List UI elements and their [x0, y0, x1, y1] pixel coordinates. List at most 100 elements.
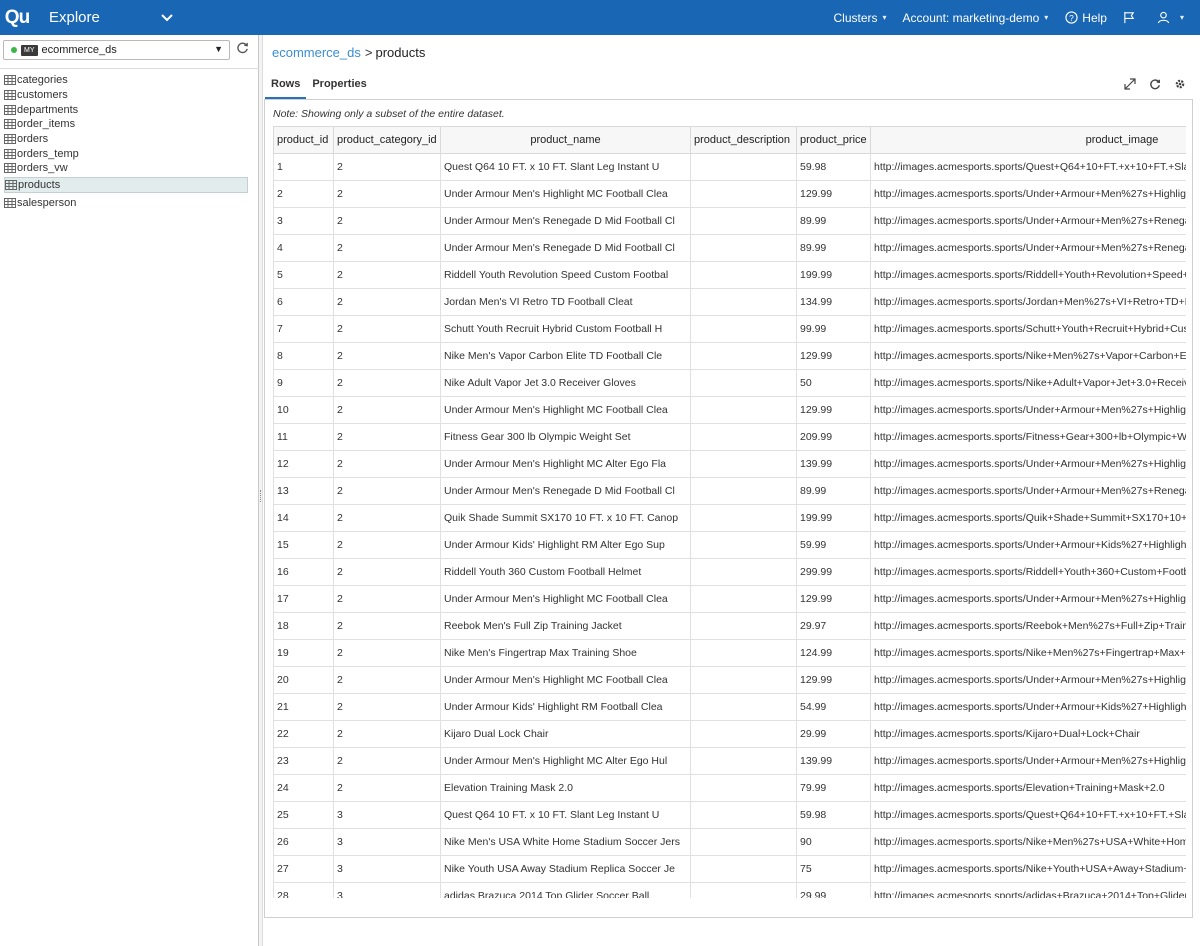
cell-product-description[interactable]	[690, 504, 797, 532]
cell-product-description[interactable]	[690, 855, 797, 883]
cell-product-name[interactable]: Under Armour Men's Highlight MC Football…	[440, 585, 691, 613]
cell-product-price[interactable]: 129.99	[796, 396, 871, 424]
cell-product-name[interactable]: adidas Brazuca 2014 Top Glider Soccer Ba…	[440, 882, 691, 898]
cell-product-price[interactable]: 29.99	[796, 882, 871, 898]
cell-product-image[interactable]: http://images.acmesports.sports/Quik+Sha…	[870, 504, 1186, 532]
table-row[interactable]: 22 2 Kijaro Dual Lock Chair 29.99 http://ima…	[273, 720, 1186, 748]
table-row[interactable]: 13 2 Under Armour Men's Renegade D Mid Foo…	[273, 477, 1186, 505]
cell-product-category-id[interactable]: 2	[333, 747, 441, 775]
cell-product-image[interactable]: http://images.acmesports.sports/Schutt+Y…	[870, 315, 1186, 343]
cell-product-category-id[interactable]: 2	[333, 342, 441, 370]
cell-product-image[interactable]: http://images.acmesports.sports/Under+Ar…	[870, 585, 1186, 613]
cell-product-description[interactable]	[690, 747, 797, 775]
table-row[interactable]: 18 2 Reebok Men's Full Zip Training Jacket…	[273, 612, 1186, 640]
sidebar-item-orders[interactable]: orders	[4, 132, 248, 147]
cell-product-id[interactable]: 9	[273, 369, 334, 397]
sidebar-item-orders-vw[interactable]: orders_vw	[4, 161, 248, 176]
breadcrumb-datasource-link[interactable]: ecommerce_ds	[272, 45, 361, 60]
cell-product-image[interactable]: http://images.acmesports.sports/Nike+Adu…	[870, 369, 1186, 397]
table-row[interactable]: 12 2 Under Armour Men's Highlight MC Alter…	[273, 450, 1186, 478]
gear-icon[interactable]	[1174, 78, 1186, 90]
table-row[interactable]: 2 2 Under Armour Men's Highlight MC Footba…	[273, 180, 1186, 208]
cell-product-price[interactable]: 129.99	[796, 180, 871, 208]
cell-product-id[interactable]: 6	[273, 288, 334, 316]
cell-product-category-id[interactable]: 2	[333, 180, 441, 208]
cell-product-price[interactable]: 50	[796, 369, 871, 397]
cell-product-name[interactable]: Jordan Men's VI Retro TD Football Cleat	[440, 288, 691, 316]
cell-product-description[interactable]	[690, 261, 797, 289]
cell-product-image[interactable]: http://images.acmesports.sports/Nike+Men…	[870, 342, 1186, 370]
sidebar-item-products[interactable]: products	[4, 176, 248, 193]
cell-product-id[interactable]: 1	[273, 153, 334, 181]
cell-product-id[interactable]: 18	[273, 612, 334, 640]
cell-product-category-id[interactable]: 2	[333, 396, 441, 424]
cell-product-price[interactable]: 54.99	[796, 693, 871, 721]
cell-product-name[interactable]: Under Armour Men's Renegade D Mid Footba…	[440, 207, 691, 235]
cell-product-id[interactable]: 5	[273, 261, 334, 289]
cell-product-category-id[interactable]: 2	[333, 261, 441, 289]
cell-product-image[interactable]: http://images.acmesports.sports/Reebok+M…	[870, 612, 1186, 640]
cell-product-category-id[interactable]: 2	[333, 720, 441, 748]
table-row[interactable]: 26 3 Nike Men's USA White Home Stadium Soc…	[273, 828, 1186, 856]
cell-product-description[interactable]	[690, 288, 797, 316]
cell-product-category-id[interactable]: 2	[333, 207, 441, 235]
cell-product-description[interactable]	[690, 801, 797, 829]
table-row[interactable]: 23 2 Under Armour Men's Highlight MC Alter…	[273, 747, 1186, 775]
cell-product-category-id[interactable]: 2	[333, 531, 441, 559]
cell-product-id[interactable]: 19	[273, 639, 334, 667]
cell-product-id[interactable]: 26	[273, 828, 334, 856]
help-link[interactable]: ? Help	[1064, 11, 1107, 25]
clusters-menu[interactable]: Clusters ▾	[834, 11, 887, 25]
cell-product-id[interactable]: 3	[273, 207, 334, 235]
table-row[interactable]: 14 2 Quik Shade Summit SX170 10 FT. x 10 F…	[273, 504, 1186, 532]
refresh-icon[interactable]	[236, 41, 250, 55]
table-row[interactable]: 15 2 Under Armour Kids' Highlight RM Alter…	[273, 531, 1186, 559]
cell-product-name[interactable]: Riddell Youth 360 Custom Football Helmet	[440, 558, 691, 586]
cell-product-description[interactable]	[690, 315, 797, 343]
cell-product-image[interactable]: http://images.acmesports.sports/Under+Ar…	[870, 207, 1186, 235]
cell-product-id[interactable]: 20	[273, 666, 334, 694]
cell-product-image[interactable]: http://images.acmesports.sports/Jordan+M…	[870, 288, 1186, 316]
cell-product-category-id[interactable]: 2	[333, 450, 441, 478]
cell-product-image[interactable]: http://images.acmesports.sports/Under+Ar…	[870, 666, 1186, 694]
cell-product-description[interactable]	[690, 234, 797, 262]
cell-product-description[interactable]	[690, 693, 797, 721]
cell-product-image[interactable]: http://images.acmesports.sports/Under+Ar…	[870, 531, 1186, 559]
cell-product-name[interactable]: Riddell Youth Revolution Speed Custom Fo…	[440, 261, 691, 289]
cell-product-id[interactable]: 8	[273, 342, 334, 370]
cell-product-name[interactable]: Quik Shade Summit SX170 10 FT. x 10 FT. …	[440, 504, 691, 532]
cell-product-description[interactable]	[690, 585, 797, 613]
cell-product-description[interactable]	[690, 720, 797, 748]
cell-product-description[interactable]	[690, 882, 797, 898]
cell-product-image[interactable]: http://images.acmesports.sports/Under+Ar…	[870, 477, 1186, 505]
cell-product-price[interactable]: 139.99	[796, 450, 871, 478]
cell-product-category-id[interactable]: 3	[333, 801, 441, 829]
cell-product-description[interactable]	[690, 612, 797, 640]
cell-product-category-id[interactable]: 2	[333, 504, 441, 532]
cell-product-category-id[interactable]: 2	[333, 558, 441, 586]
cell-product-name[interactable]: Under Armour Kids' Highlight RM Alter Eg…	[440, 531, 691, 559]
cell-product-name[interactable]: Fitness Gear 300 lb Olympic Weight Set	[440, 423, 691, 451]
cell-product-image[interactable]: http://images.acmesports.sports/Quest+Q6…	[870, 801, 1186, 829]
table-row[interactable]: 9 2 Nike Adult Vapor Jet 3.0 Receiver Glov…	[273, 369, 1186, 397]
cell-product-price[interactable]: 124.99	[796, 639, 871, 667]
column-header-product-category-id[interactable]: product_category_id	[333, 126, 441, 154]
notifications-button[interactable]	[1123, 11, 1141, 25]
cell-product-id[interactable]: 10	[273, 396, 334, 424]
cell-product-category-id[interactable]: 2	[333, 234, 441, 262]
cell-product-image[interactable]: http://images.acmesports.sports/Under+Ar…	[870, 747, 1186, 775]
cell-product-name[interactable]: Nike Adult Vapor Jet 3.0 Receiver Gloves	[440, 369, 691, 397]
table-row[interactable]: 20 2 Under Armour Men's Highlight MC Footb…	[273, 666, 1186, 694]
sidebar-item-order-items[interactable]: order_items	[4, 117, 248, 132]
table-row[interactable]: 25 3 Quest Q64 10 FT. x 10 FT. Slant Leg I…	[273, 801, 1186, 829]
cell-product-description[interactable]	[690, 450, 797, 478]
cell-product-id[interactable]: 15	[273, 531, 334, 559]
cell-product-price[interactable]: 29.97	[796, 612, 871, 640]
cell-product-image[interactable]: http://images.acmesports.sports/Nike+You…	[870, 855, 1186, 883]
cell-product-price[interactable]: 89.99	[796, 207, 871, 235]
table-row[interactable]: 7 2 Schutt Youth Recruit Hybrid Custom Foo…	[273, 315, 1186, 343]
cell-product-description[interactable]	[690, 153, 797, 181]
cell-product-price[interactable]: 59.98	[796, 153, 871, 181]
cell-product-name[interactable]: Reebok Men's Full Zip Training Jacket	[440, 612, 691, 640]
sidebar-item-orders-temp[interactable]: orders_temp	[4, 146, 248, 161]
